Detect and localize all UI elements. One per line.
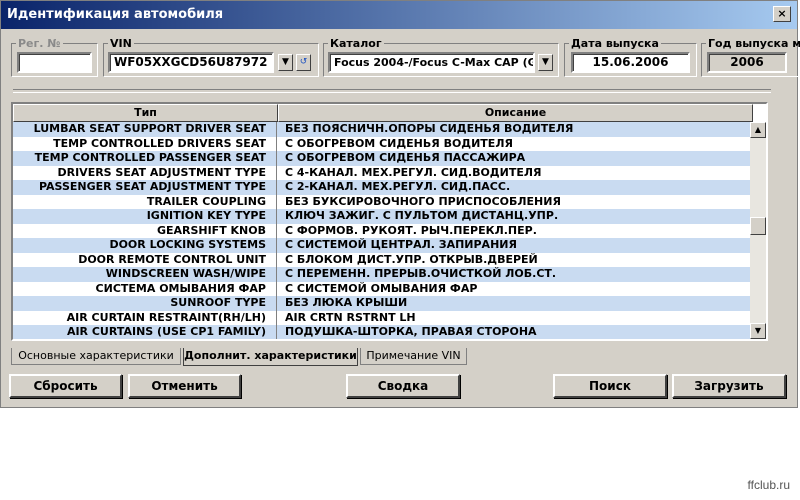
table-row[interactable]: SUNROOF TYPE БЕЗ ЛЮКА КРЫШИ xyxy=(13,296,753,311)
cell-type: LUMBAR SEAT SUPPORT DRIVER SEAT xyxy=(13,122,277,137)
vertical-scrollbar[interactable]: ▲ ▼ xyxy=(750,122,766,339)
table-row[interactable]: DRIVERS SEAT ADJUSTMENT TYPE С 4-КАНАЛ. М… xyxy=(13,165,753,180)
reg-number-label: Рег. № xyxy=(18,37,61,50)
cell-description: С 4-КАНАЛ. МЕХ.РЕГУЛ. СИД.ВОДИТЕЛЯ xyxy=(285,165,542,179)
cell-type: SUNROOF TYPE xyxy=(13,296,277,311)
catalog-dropdown-icon[interactable]: ▼ xyxy=(538,54,553,71)
tab-vin-note[interactable]: Примечание VIN xyxy=(360,348,467,365)
close-icon[interactable]: × xyxy=(773,6,791,22)
cell-description: С БЛОКОМ ДИСТ.УПР. ОТКРЫВ.ДВЕРЕЙ xyxy=(285,252,538,266)
table-row[interactable]: TEMP CONTROLLED PASSENGER SEAT С ОБОГРЕВО… xyxy=(13,151,753,166)
cell-type: СИСТЕМА ОМЫВАНИЯ ФАР xyxy=(13,281,277,296)
title-bar: Идентификация автомобиля × xyxy=(1,1,797,29)
cell-description: С ФОРМОВ. РУКОЯТ. РЫЧ.ПЕРЕКЛ.ПЕР. xyxy=(285,223,537,237)
summary-button[interactable]: Сводка xyxy=(346,374,460,398)
cell-type: PASSENGER SEAT ADJUSTMENT TYPE xyxy=(13,180,277,195)
tab-main-characteristics[interactable]: Основные характеристики xyxy=(11,348,181,365)
cell-type: IGNITION KEY TYPE xyxy=(13,209,277,224)
cell-description: БЕЗ ПОЯСНИЧН.ОПОРЫ СИДЕНЬЯ ВОДИТЕЛЯ xyxy=(285,122,574,135)
table-row[interactable]: GEARSHIFT KNOB С ФОРМОВ. РУКОЯТ. РЫЧ.ПЕРЕ… xyxy=(13,223,753,238)
table-row[interactable]: LUMBAR SEAT SUPPORT DRIVER SEAT БЕЗ ПОЯСН… xyxy=(13,122,753,137)
cell-description: БЕЗ БУКСИРОВОЧНОГО ПРИСПОСОБЛЕНИЯ xyxy=(285,194,561,208)
table-row[interactable]: AIR CURTAINS (USE CP1 FAMILY) ПОДУШКА-ШТО… xyxy=(13,325,753,339)
reset-button[interactable]: Сбросить xyxy=(9,374,122,398)
cell-type: DOOR LOCKING SYSTEMS xyxy=(13,238,277,253)
cell-description: С СИСТЕМОЙ ОМЫВАНИЯ ФАР xyxy=(285,281,478,295)
release-year-input: 2006 xyxy=(707,52,787,73)
column-header-description[interactable]: Описание xyxy=(278,104,753,122)
cell-type: TRAILER COUPLING xyxy=(13,194,277,209)
cell-description: ПОДУШКА-ШТОРКА, ПРАВАЯ СТОРОНА xyxy=(285,325,537,338)
window-title: Идентификация автомобиля xyxy=(7,7,224,22)
load-button[interactable]: Загрузить xyxy=(672,374,786,398)
table-header: Тип Описание xyxy=(13,104,753,122)
table-row[interactable]: AIR CURTAIN RESTRAINT(RH/LH) AIR CRTN RST… xyxy=(13,310,753,325)
table-row[interactable]: IGNITION KEY TYPE КЛЮЧ ЗАЖИГ. С ПУЛЬТОМ Д… xyxy=(13,209,753,224)
cell-type: GEARSHIFT KNOB xyxy=(13,223,277,238)
scroll-down-icon[interactable]: ▼ xyxy=(750,323,766,339)
cell-type: TEMP CONTROLLED DRIVERS SEAT xyxy=(13,136,277,151)
cell-description: AIR CRTN RSTRNT LH xyxy=(285,310,416,324)
table-row[interactable]: TEMP CONTROLLED DRIVERS SEAT С ОБОГРЕВОМ … xyxy=(13,136,753,151)
cell-description: С СИСТЕМОЙ ЦЕНТРАЛ. ЗАПИРАНИЯ xyxy=(285,238,517,251)
cell-type: AIR CURTAINS (USE CP1 FAMILY) xyxy=(13,325,277,339)
cell-type: TEMP CONTROLLED PASSENGER SEAT xyxy=(13,151,277,166)
refresh-icon[interactable]: ↺ xyxy=(296,54,311,71)
vehicle-identification-window: Идентификация автомобиля × Рег. № VIN WF… xyxy=(0,0,800,408)
characteristics-table: Тип Описание LUMBAR SEAT SUPPORT DRIVER … xyxy=(11,102,768,341)
cancel-button[interactable]: Отменить xyxy=(128,374,241,398)
column-header-type[interactable]: Тип xyxy=(13,104,278,122)
release-year-label: Год выпуска м xyxy=(708,37,800,50)
watermark: ffclub.ru xyxy=(747,478,790,492)
scroll-thumb[interactable] xyxy=(750,217,766,235)
separator xyxy=(13,89,771,93)
vin-input[interactable]: WF05XXGCD56U87972 xyxy=(108,52,274,73)
table-row[interactable]: DOOR REMOTE CONTROL UNIT С БЛОКОМ ДИСТ.УП… xyxy=(13,252,753,267)
cell-description: КЛЮЧ ЗАЖИГ. С ПУЛЬТОМ ДИСТАНЦ.УПР. xyxy=(285,209,559,222)
cell-type: DRIVERS SEAT ADJUSTMENT TYPE xyxy=(13,165,277,180)
cell-type: WINDSCREEN WASH/WIPE xyxy=(13,267,277,282)
vin-label: VIN xyxy=(110,37,132,50)
table-row[interactable]: WINDSCREEN WASH/WIPE С ПЕРЕМЕНН. ПРЕРЫВ.О… xyxy=(13,267,753,282)
table-row[interactable]: СИСТЕМА ОМЫВАНИЯ ФАР С СИСТЕМОЙ ОМЫВАНИЯ … xyxy=(13,281,753,296)
table-body: LUMBAR SEAT SUPPORT DRIVER SEAT БЕЗ ПОЯСН… xyxy=(13,122,753,339)
cell-description: С 2-КАНАЛ. МЕХ.РЕГУЛ. СИД.ПАСС. xyxy=(285,180,511,193)
vin-dropdown-icon[interactable]: ▼ xyxy=(278,54,293,71)
cell-description: С ПЕРЕМЕНН. ПРЕРЫВ.ОЧИСТКОЙ ЛОБ.СТ. xyxy=(285,267,557,280)
cell-description: С ОБОГРЕВОМ СИДЕНЬЯ ВОДИТЕЛЯ xyxy=(285,136,513,150)
catalog-label: Каталог xyxy=(330,37,382,50)
search-button[interactable]: Поиск xyxy=(553,374,667,398)
release-date-input[interactable]: 15.06.2006 xyxy=(571,52,690,73)
cell-type: AIR CURTAIN RESTRAINT(RH/LH) xyxy=(13,310,277,325)
table-row[interactable]: TRAILER COUPLING БЕЗ БУКСИРОВОЧНОГО ПРИСП… xyxy=(13,194,753,209)
table-row[interactable]: DOOR LOCKING SYSTEMS С СИСТЕМОЙ ЦЕНТРАЛ. … xyxy=(13,238,753,253)
scroll-up-icon[interactable]: ▲ xyxy=(750,122,766,138)
tab-additional-characteristics[interactable]: Дополнит. характеристики xyxy=(183,348,358,366)
table-row[interactable]: PASSENGER SEAT ADJUSTMENT TYPE С 2-КАНАЛ.… xyxy=(13,180,753,195)
cell-description: С ОБОГРЕВОМ СИДЕНЬЯ ПАССАЖИРА xyxy=(285,151,526,164)
catalog-select[interactable]: Focus 2004-/Focus C-Max CAP (GC xyxy=(328,52,535,73)
reg-number-input[interactable] xyxy=(17,52,92,73)
cell-description: БЕЗ ЛЮКА КРЫШИ xyxy=(285,296,408,309)
cell-type: DOOR REMOTE CONTROL UNIT xyxy=(13,252,277,267)
release-date-label: Дата выпуска xyxy=(571,37,659,50)
